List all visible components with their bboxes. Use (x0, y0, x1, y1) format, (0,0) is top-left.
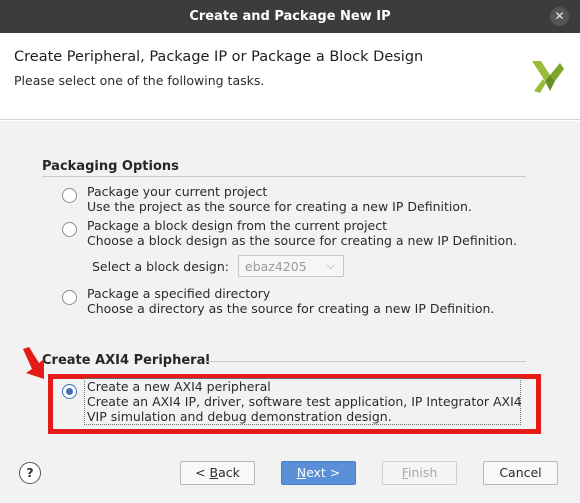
close-icon[interactable]: ✕ (550, 7, 569, 26)
next-button-label: ext > (306, 465, 341, 480)
window-title: Create and Package New IP (189, 9, 391, 24)
package-block-design-desc: Choose a block design as the source for … (87, 233, 518, 248)
wizard-header: Create Peripheral, Package IP or Package… (0, 33, 580, 120)
block-design-select-label: Select a block design: (92, 259, 229, 274)
back-button[interactable]: < Back (180, 461, 255, 485)
block-design-select[interactable]: ebaz4205 ⌵ (238, 255, 344, 277)
vivado-logo-icon (532, 61, 564, 93)
finish-button-label: inish (407, 465, 438, 480)
package-directory-label[interactable]: Package a specified directory (87, 286, 270, 301)
chevron-down-icon: ⌵ (326, 259, 335, 272)
packaging-options-title: Packaging Options (42, 159, 179, 174)
create-axi4-peripheral-label[interactable]: Create a new AXI4 peripheral (87, 379, 271, 394)
package-block-design-label[interactable]: Package a block design from the current … (87, 218, 387, 233)
package-current-project-radio[interactable] (62, 188, 77, 203)
page-title: Create Peripheral, Package IP or Package… (14, 49, 424, 65)
packaging-divider (42, 176, 526, 177)
back-button-prefix: < (195, 465, 210, 480)
axi4-peripheral-title: Create AXI4 Peripheral (42, 353, 210, 368)
back-button-mnemonic: B (209, 465, 219, 480)
package-directory-radio[interactable] (62, 290, 77, 305)
create-axi4-peripheral-desc-line2: VIP simulation and debug demonstration d… (87, 409, 392, 424)
axi4-divider (205, 361, 526, 362)
back-button-label: ack (218, 465, 240, 480)
next-button[interactable]: Next > (281, 461, 356, 485)
block-design-select-value: ebaz4205 (245, 259, 307, 274)
wizard-footer: ? < Back Next > Finish Cancel (0, 441, 580, 503)
title-bar: Create and Package New IP ✕ (0, 0, 580, 33)
cancel-button[interactable]: Cancel (483, 461, 558, 485)
wizard-content: Packaging Options Package your current p… (0, 121, 580, 441)
finish-button[interactable]: Finish (382, 461, 457, 485)
page-subtitle: Please select one of the following tasks… (14, 73, 265, 88)
create-axi4-peripheral-desc-line1: Create an AXI4 IP, driver, software test… (87, 394, 522, 409)
next-button-mnemonic: N (296, 465, 307, 480)
red-arrow-annotation (23, 347, 44, 379)
help-icon[interactable]: ? (19, 462, 41, 484)
package-current-project-desc: Use the project as the source for creati… (87, 199, 472, 214)
package-block-design-radio[interactable] (62, 222, 77, 237)
package-directory-desc: Choose a directory as the source for cre… (87, 301, 495, 316)
create-axi4-peripheral-radio[interactable] (62, 384, 77, 399)
package-current-project-label[interactable]: Package your current project (87, 184, 267, 199)
